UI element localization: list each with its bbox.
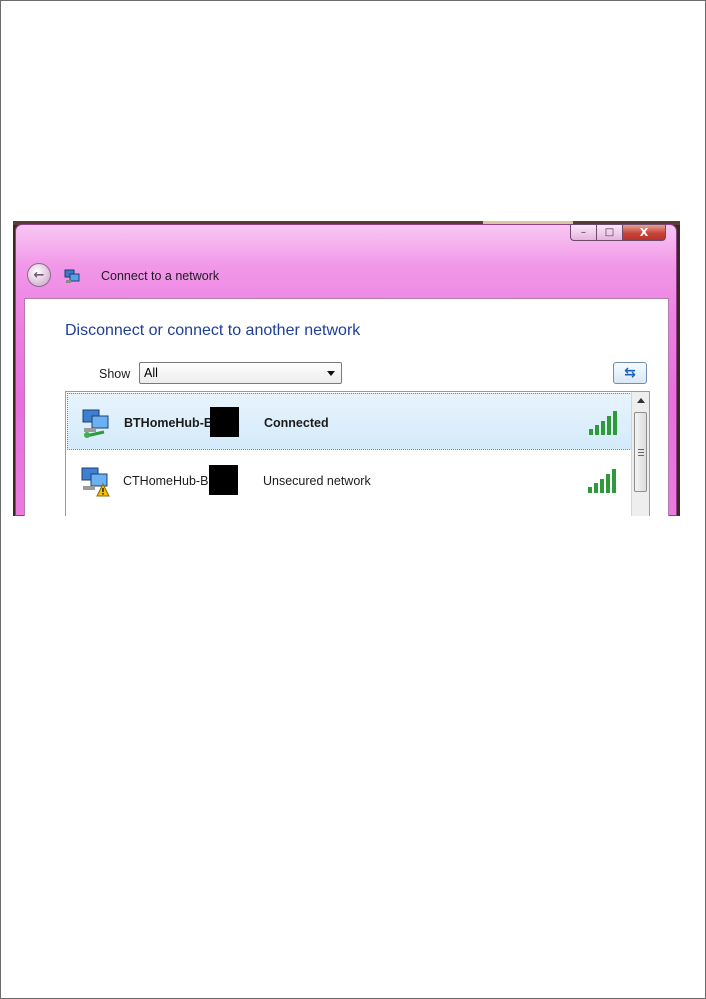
- network-row[interactable]: BTHomeHub-B Connected: [67, 393, 632, 450]
- back-arrow-icon: ←: [33, 267, 45, 283]
- show-dropdown[interactable]: All: [139, 362, 342, 384]
- grip-line: [638, 449, 644, 450]
- content-pane: Disconnect or connect to another network…: [24, 298, 669, 516]
- signal-strength-icon: [588, 469, 616, 493]
- unsecured-network-icon: [81, 467, 110, 497]
- screenshot: – □ X ← Connect to a network Disconnect …: [13, 221, 680, 516]
- connect-window: – □ X ← Connect to a network Disconnect …: [15, 224, 677, 516]
- scroll-thumb[interactable]: [634, 412, 647, 492]
- minimize-button[interactable]: –: [570, 224, 596, 241]
- refresh-icon: ⇆: [624, 365, 636, 381]
- chevron-down-icon: [327, 371, 335, 376]
- close-button[interactable]: X: [622, 224, 666, 241]
- list-scrollbar[interactable]: [631, 392, 649, 516]
- refresh-button[interactable]: ⇆: [613, 362, 647, 384]
- network-list: BTHomeHub-B Connected CTHomeHub-B Unsecu…: [65, 391, 650, 516]
- network-status: Connected: [264, 416, 329, 430]
- network-name: BTHomeHub-B: [124, 416, 213, 430]
- back-button[interactable]: ←: [27, 263, 51, 287]
- signal-strength-icon: [589, 411, 617, 435]
- grip-line: [638, 455, 644, 456]
- network-row[interactable]: CTHomeHub-B Unsecured network: [67, 452, 632, 509]
- show-dropdown-value: All: [144, 366, 158, 380]
- redaction-block: [209, 465, 238, 495]
- show-label: Show: [99, 367, 131, 381]
- page-heading: Disconnect or connect to another network: [65, 322, 361, 339]
- network-icon: [64, 269, 80, 283]
- network-status: Unsecured network: [263, 474, 371, 488]
- maximize-button[interactable]: □: [596, 224, 622, 241]
- scroll-up-icon[interactable]: [637, 398, 645, 403]
- network-name: CTHomeHub-B: [123, 474, 209, 488]
- redaction-block: [210, 407, 239, 437]
- caption-buttons: – □ X: [570, 224, 666, 241]
- grip-line: [638, 452, 644, 453]
- connected-network-icon: [82, 409, 109, 438]
- window-title: Connect to a network: [101, 269, 220, 283]
